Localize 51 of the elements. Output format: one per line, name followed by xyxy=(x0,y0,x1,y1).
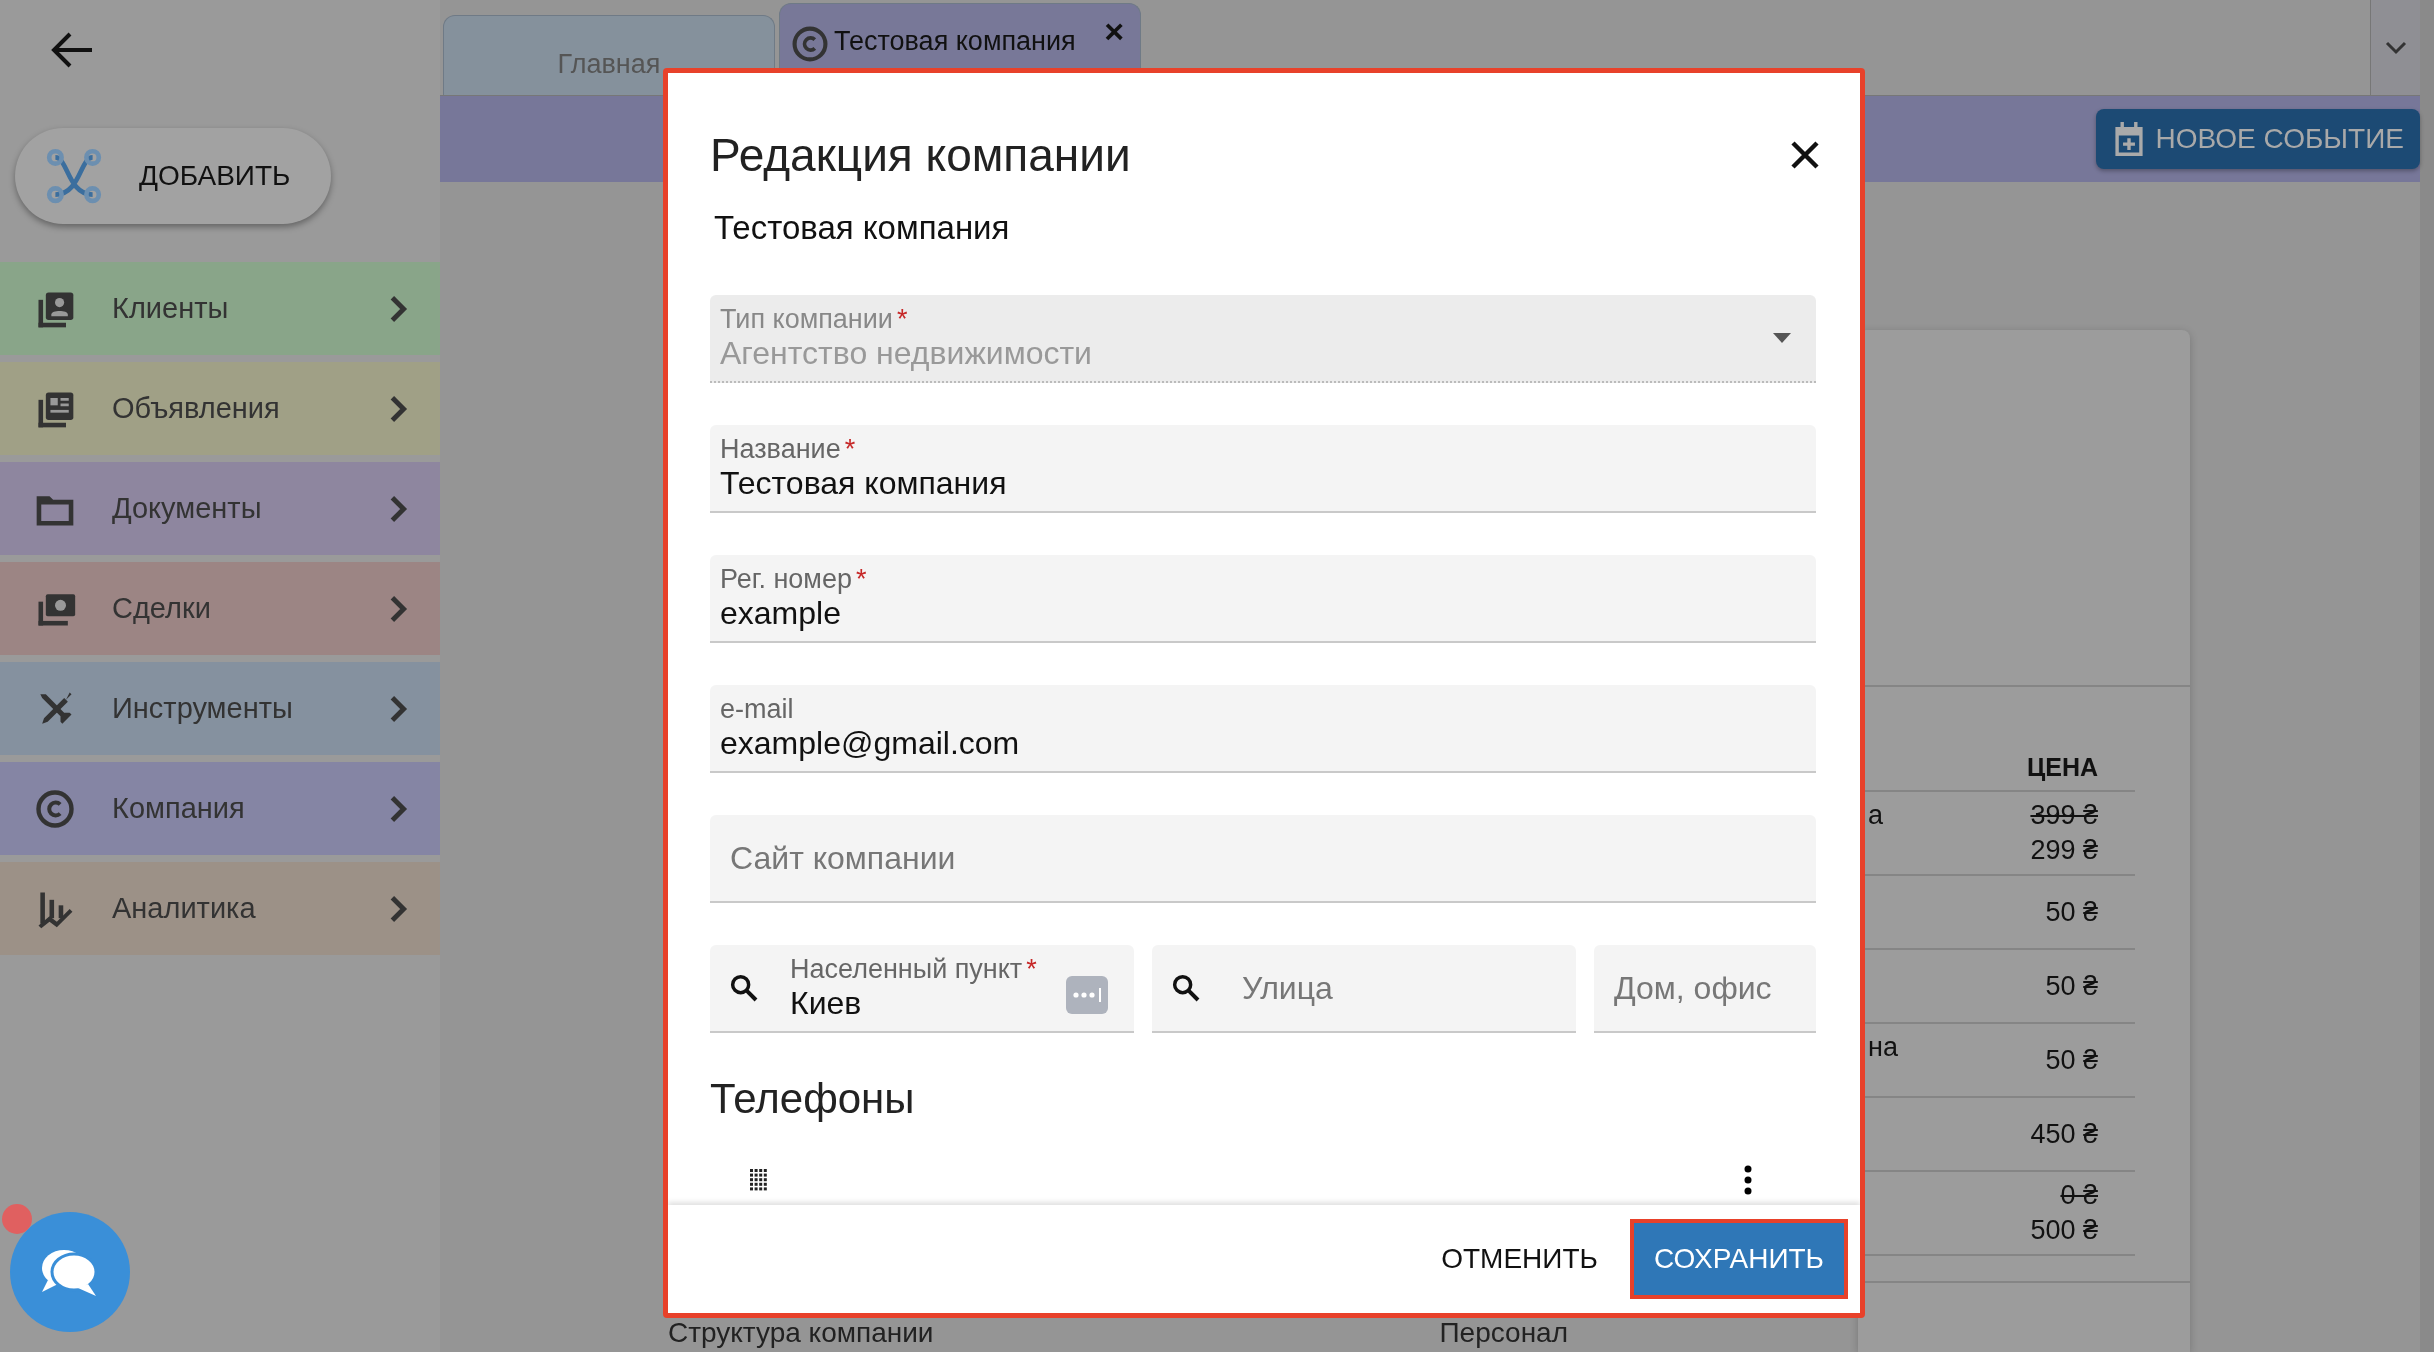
copyright-icon xyxy=(792,26,828,62)
price: 299 ₴ xyxy=(2030,835,2098,866)
menu-item[interactable]: Документы xyxy=(0,462,440,555)
search-icon xyxy=(1170,972,1202,1004)
more-options-icon[interactable] xyxy=(1744,1165,1752,1195)
scrollbar[interactable] xyxy=(2420,0,2434,1352)
menu-label: Аналитика xyxy=(112,892,257,925)
menu-item[interactable]: Сделки xyxy=(0,562,440,655)
table-cell-text: а xyxy=(1867,800,1884,831)
menu-item[interactable]: Аналитика xyxy=(0,862,440,955)
input-field[interactable]: Улица xyxy=(1152,945,1576,1033)
menu-item[interactable]: Компания xyxy=(0,762,440,855)
drag-handle-icon[interactable] xyxy=(750,1169,768,1191)
add-button[interactable]: ДОБАВИТЬ xyxy=(15,128,331,224)
cancel-button[interactable]: ОТМЕНИТЬ xyxy=(1431,1233,1608,1285)
company-name: Тестовая компания xyxy=(714,209,1011,247)
close-tab-button[interactable]: × xyxy=(1104,14,1124,48)
menu-label: Компания xyxy=(112,792,246,825)
price: 50 ₴ xyxy=(2045,896,2098,928)
menu-item[interactable]: Объявления xyxy=(0,362,440,455)
dialog-title: Редакция компании xyxy=(710,128,1131,182)
price: 50 ₴ xyxy=(2045,1044,2098,1076)
menu-item[interactable]: Инструменты xyxy=(0,662,440,755)
menu-label: Объявления xyxy=(112,392,281,425)
new-event-button[interactable]: НОВОЕ СОБЫТИЕ xyxy=(2095,109,2420,169)
price: 500 ₴ xyxy=(2030,1215,2098,1246)
old-price: 0 ₴ xyxy=(2060,1180,2098,1211)
price: 450 ₴ xyxy=(2030,1118,2098,1150)
section-title: Структура компании xyxy=(668,1318,934,1348)
table-cell-text: на xyxy=(1867,1032,1898,1063)
old-price: 399 ₴ xyxy=(2030,800,2098,831)
input-field[interactable]: Название* Тестовая компания xyxy=(710,425,1816,513)
close-icon[interactable] xyxy=(1790,140,1820,170)
chevron-down-icon xyxy=(2384,40,2407,55)
menu-label: Документы xyxy=(112,492,263,525)
menu-label: Клиенты xyxy=(112,292,230,325)
input-field[interactable]: Дом, офис xyxy=(1594,945,1816,1033)
search-icon xyxy=(728,972,760,1004)
input-field[interactable]: Сайт компании xyxy=(710,815,1816,903)
input-field[interactable]: Рег. номер* example xyxy=(710,555,1816,643)
menu-label: Сделки xyxy=(112,592,212,625)
price: 50 ₴ xyxy=(2045,970,2098,1002)
section-title: Персонал xyxy=(1439,1318,1568,1348)
notification-dot-icon xyxy=(2,1204,32,1234)
save-button[interactable]: СОХРАНИТЬ xyxy=(1629,1219,1848,1299)
menu-label: Инструменты xyxy=(112,692,294,725)
dropdown-arrow-icon xyxy=(1772,332,1792,344)
section-title: Телефоны xyxy=(710,1075,916,1123)
input-field[interactable]: Населенный пункт* Киев xyxy=(710,945,1134,1033)
input-field[interactable]: e-mail example@gmail.com xyxy=(710,685,1816,773)
menu-item[interactable]: Клиенты xyxy=(0,262,440,355)
